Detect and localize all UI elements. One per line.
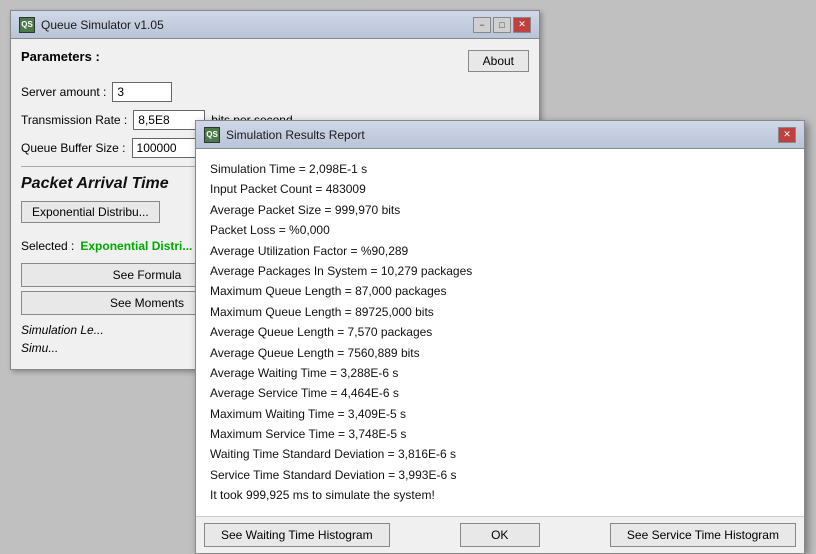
results-title-bar: QS Simulation Results Report ✕ <box>196 121 804 149</box>
results-title-text: Simulation Results Report <box>226 128 365 142</box>
transmission-rate-label: Transmission Rate : <box>21 113 127 127</box>
results-line: Packet Loss = %0,000 <box>210 220 790 240</box>
results-footer: See Waiting Time Histogram OK See Servic… <box>196 517 804 553</box>
results-line: Average Packages In System = 10,279 pack… <box>210 261 790 281</box>
results-line: Average Queue Length = 7,570 packages <box>210 322 790 342</box>
ok-button[interactable]: OK <box>460 523 540 547</box>
main-title-bar: QS Queue Simulator v1.05 − □ ✕ <box>11 11 539 39</box>
service-histogram-button[interactable]: See Service Time Histogram <box>610 523 796 547</box>
results-title-left: QS Simulation Results Report <box>204 127 365 143</box>
parameters-label: Parameters : <box>21 49 100 64</box>
waiting-histogram-button[interactable]: See Waiting Time Histogram <box>204 523 390 547</box>
title-bar-controls: − □ ✕ <box>473 17 531 33</box>
results-line: Service Time Standard Deviation = 3,993E… <box>210 465 790 485</box>
maximize-button[interactable]: □ <box>493 17 511 33</box>
sim-label: Simulation Le... <box>21 323 104 337</box>
results-line: Simulation Time = 2,098E-1 s <box>210 159 790 179</box>
server-amount-input[interactable] <box>112 82 172 102</box>
results-close-button[interactable]: ✕ <box>778 127 796 143</box>
results-line: Average Waiting Time = 3,288E-6 s <box>210 363 790 383</box>
results-line: Maximum Waiting Time = 3,409E-5 s <box>210 404 790 424</box>
server-amount-row: Server amount : <box>21 82 529 102</box>
results-line: Average Utilization Factor = %90,289 <box>210 241 790 261</box>
results-line: Input Packet Count = 483009 <box>210 179 790 199</box>
title-bar-left: QS Queue Simulator v1.05 <box>19 17 164 33</box>
minimize-button[interactable]: − <box>473 17 491 33</box>
results-line: Average Packet Size = 999,970 bits <box>210 200 790 220</box>
results-line: Waiting Time Standard Deviation = 3,816E… <box>210 444 790 464</box>
results-content: Simulation Time = 2,098E-1 sInput Packet… <box>196 149 804 517</box>
results-line: Maximum Service Time = 3,748E-5 s <box>210 424 790 444</box>
selected-value: Exponential Distri... <box>80 239 192 253</box>
queue-buffer-input[interactable] <box>132 138 204 158</box>
about-button[interactable]: About <box>468 50 529 72</box>
results-line: It took 999,925 ms to simulate the syste… <box>210 485 790 505</box>
main-window-title: Queue Simulator v1.05 <box>41 18 164 32</box>
app-icon: QS <box>19 17 35 33</box>
results-dialog: QS Simulation Results Report ✕ Simulatio… <box>195 120 805 554</box>
queue-buffer-label: Queue Buffer Size : <box>21 141 126 155</box>
results-app-icon: QS <box>204 127 220 143</box>
close-button[interactable]: ✕ <box>513 17 531 33</box>
results-line: Average Service Time = 4,464E-6 s <box>210 383 790 403</box>
server-amount-label: Server amount : <box>21 85 106 99</box>
sim-row-label: Simu... <box>21 341 58 355</box>
results-line: Maximum Queue Length = 87,000 packages <box>210 281 790 301</box>
results-line: Maximum Queue Length = 89725,000 bits <box>210 302 790 322</box>
distribution-button[interactable]: Exponential Distribu... <box>21 201 160 223</box>
results-line: Average Queue Length = 7560,889 bits <box>210 343 790 363</box>
selected-label: Selected : <box>21 239 74 253</box>
